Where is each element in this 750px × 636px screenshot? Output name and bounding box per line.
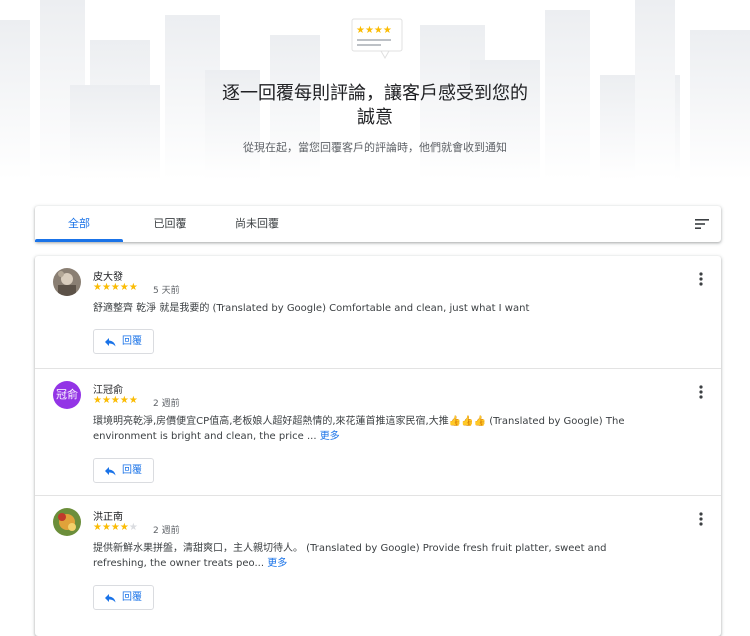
svg-text:★★★★: ★★★★ — [356, 25, 392, 36]
review-text: 環境明亮乾淨,房價便宜CP值高,老板娘人超好超熱情的,來花蓮首推這家民宿,大推👍… — [93, 414, 663, 444]
review-list: 皮大發 ★★★★★ 5 天前 舒適整齊 乾淨 就是我要的 (Translated… — [35, 256, 721, 636]
reply-button-label: 回覆 — [122, 592, 142, 603]
reply-button[interactable]: 回覆 — [93, 585, 154, 610]
tab-replied[interactable]: 已回覆 — [130, 206, 210, 242]
review-time: 2 週前 — [153, 526, 180, 536]
reviewer-name: 江冠俞 — [93, 385, 123, 396]
tab-unreplied[interactable]: 尚未回覆 — [215, 206, 299, 242]
reviewer-name: 洪正南 — [93, 512, 123, 523]
review-text: 舒適整齊 乾淨 就是我要的 (Translated by Google) Com… — [93, 301, 663, 316]
star-rating: ★★★★★ — [93, 522, 138, 533]
more-options-icon[interactable] — [695, 512, 707, 526]
tab-unreplied-label: 尚未回覆 — [235, 217, 279, 230]
review-item: 冠俞 江冠俞 ★★★★★ 2 週前 環境明亮乾淨,房價便宜CP值高,老板娘人超好… — [35, 368, 721, 496]
reply-icon — [105, 594, 116, 603]
star-rating: ★★★★★ — [93, 282, 138, 293]
review-filter-tabs: 全部 已回覆 尚未回覆 — [35, 206, 721, 242]
reply-button-label: 回覆 — [122, 465, 142, 476]
hero-title-line1: 逐一回覆每則評論，讓客戶感受到您的 — [222, 83, 528, 104]
tab-replied-label: 已回覆 — [153, 217, 187, 230]
reply-button[interactable]: 回覆 — [93, 329, 154, 354]
review-card-icon: ★★★★ — [351, 18, 403, 60]
reply-button[interactable]: 回覆 — [93, 458, 154, 483]
more-link[interactable]: 更多 — [320, 431, 340, 442]
sort-icon[interactable] — [695, 217, 709, 231]
review-text-body: 提供新鮮水果拼盤，清甜爽口，主人親切待人。 (Translated by Goo… — [93, 543, 607, 569]
reply-button-label: 回覆 — [122, 336, 142, 347]
more-link[interactable]: 更多 — [267, 558, 287, 569]
star-rating: ★★★★★ — [93, 395, 138, 406]
reply-icon — [105, 467, 116, 476]
hero-title: 逐一回覆每則評論，讓客戶感受到您的 誠意 — [0, 82, 750, 130]
avatar: 冠俞 — [53, 381, 81, 409]
avatar — [53, 268, 81, 296]
hero-title-line2: 誠意 — [357, 107, 393, 128]
review-text-body: 環境明亮乾淨,房價便宜CP值高,老板娘人超好超熱情的,來花蓮首推這家民宿,大推👍… — [93, 416, 625, 442]
review-item: 洪正南 ★★★★★ 2 週前 提供新鮮水果拼盤，清甜爽口，主人親切待人。 (Tr… — [35, 495, 721, 636]
review-time: 5 天前 — [153, 286, 180, 296]
review-text: 提供新鮮水果拼盤，清甜爽口，主人親切待人。 (Translated by Goo… — [93, 541, 663, 571]
tab-all[interactable]: 全部 — [35, 206, 123, 242]
more-options-icon[interactable] — [695, 385, 707, 399]
avatar — [53, 508, 81, 536]
hero-subtitle: 從現在起，當您回覆客戶的評論時，他們就會收到通知 — [243, 141, 507, 154]
active-tab-indicator — [35, 239, 123, 242]
tab-all-label: 全部 — [68, 217, 90, 230]
reply-icon — [105, 338, 116, 347]
review-item: 皮大發 ★★★★★ 5 天前 舒適整齊 乾淨 就是我要的 (Translated… — [35, 256, 721, 368]
more-options-icon[interactable] — [695, 272, 707, 286]
review-text-body: 舒適整齊 乾淨 就是我要的 (Translated by Google) Com… — [93, 303, 530, 314]
review-time: 2 週前 — [153, 399, 180, 409]
reviewer-name: 皮大發 — [93, 272, 123, 283]
